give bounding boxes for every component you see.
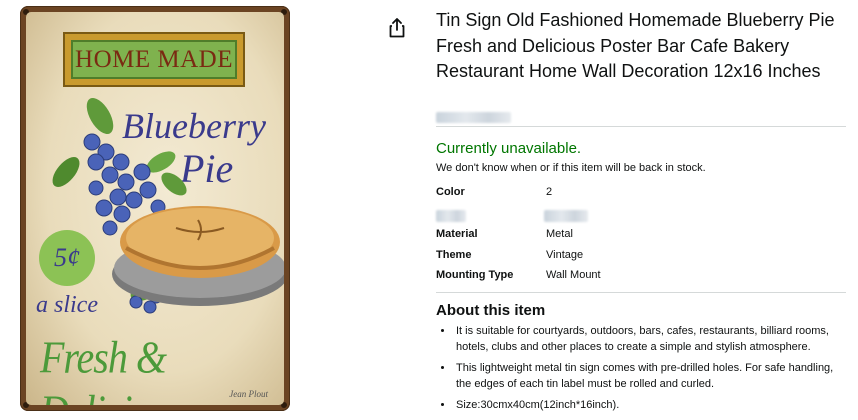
about-heading: About this item bbox=[436, 302, 546, 319]
stock-note: We don't know when or if this item will … bbox=[436, 162, 706, 174]
product-title: Tin Sign Old Fashioned Homemade Blueberr… bbox=[436, 10, 835, 81]
share-icon[interactable] bbox=[388, 18, 406, 38]
redacted-brand bbox=[436, 112, 511, 123]
divider bbox=[436, 126, 846, 127]
tin-sign-frame: HOME MADE Blueberry Pie 5¢ a slice Fresh… bbox=[20, 6, 290, 411]
sign-face: HOME MADE Blueberry Pie 5¢ a slice Fresh… bbox=[26, 12, 284, 405]
artist-signature: Jean Plout bbox=[229, 389, 268, 399]
price-badge: 5¢ bbox=[39, 230, 95, 286]
spec-value: Wall Mount bbox=[546, 269, 601, 281]
redacted-spec-value bbox=[544, 210, 588, 222]
list-item: This lightweight metal tin sign comes wi… bbox=[454, 361, 846, 392]
product-image[interactable]: HOME MADE Blueberry Pie 5¢ a slice Fresh… bbox=[20, 6, 290, 411]
spec-value: 2 bbox=[546, 186, 553, 198]
spec-key: Theme bbox=[436, 249, 472, 261]
divider bbox=[436, 292, 846, 293]
share-icon-glyph bbox=[389, 18, 405, 38]
spec-value: Metal bbox=[546, 228, 573, 240]
pie-icon bbox=[112, 206, 284, 306]
sign-slice-text: a slice bbox=[36, 292, 98, 318]
availability-status: Currently unavailable. bbox=[436, 140, 582, 157]
spec-row-theme: Theme Vintage bbox=[436, 249, 846, 263]
spec-row-redacted bbox=[436, 209, 846, 223]
redacted-spec-key bbox=[436, 210, 466, 222]
spec-row-mounting-type: Mounting Type Wall Mount bbox=[436, 269, 846, 283]
spec-row-color: Color 2 bbox=[436, 186, 846, 200]
about-bullet-list: It is suitable for courtyards, outdoors,… bbox=[436, 324, 846, 420]
list-item: It is suitable for courtyards, outdoors,… bbox=[454, 324, 846, 355]
spec-key: Color bbox=[436, 186, 465, 198]
spec-row-material: Material Metal bbox=[436, 228, 846, 242]
spec-key: Mounting Type bbox=[436, 269, 514, 281]
list-item: Size:30cmx40cm(12inch*16inch). bbox=[454, 398, 846, 414]
spec-key: Material bbox=[436, 228, 478, 240]
spec-value: Vintage bbox=[546, 249, 584, 261]
